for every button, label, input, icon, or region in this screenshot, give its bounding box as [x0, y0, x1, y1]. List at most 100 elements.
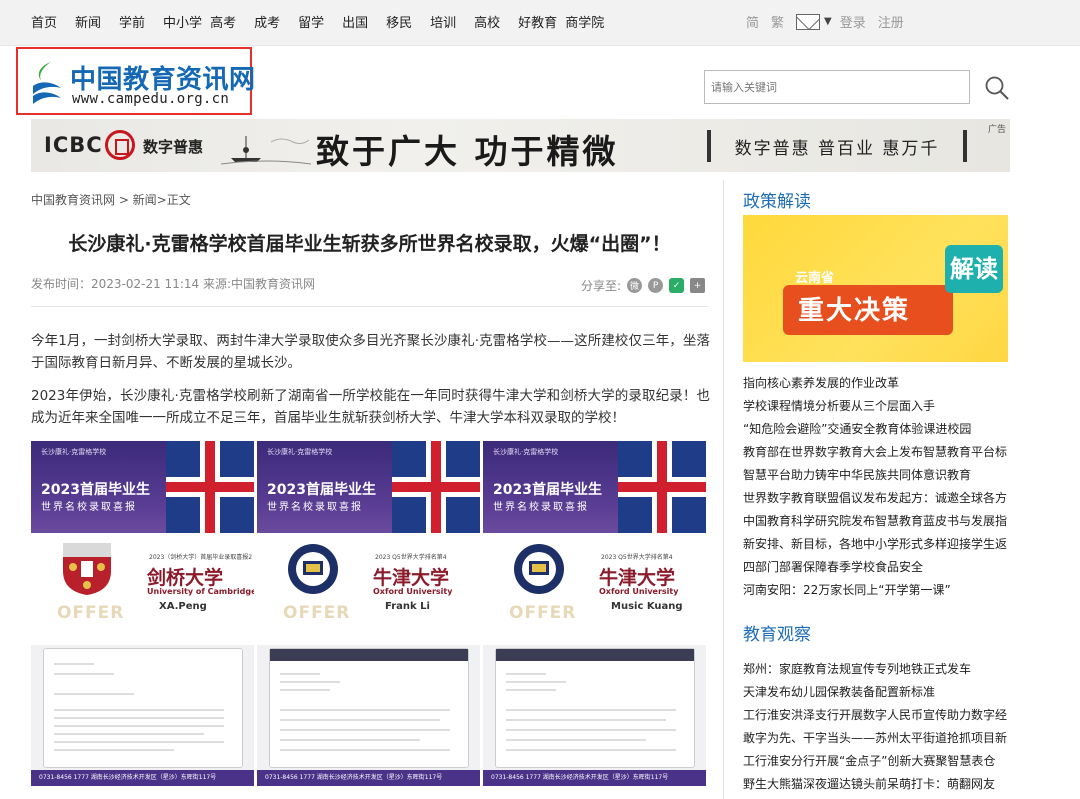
mail-icon[interactable]: [796, 13, 821, 30]
poster-university-en: University of Cambridge: [147, 587, 255, 596]
nav-news[interactable]: 新闻: [75, 12, 101, 31]
flag-cross: [166, 482, 254, 492]
list-item[interactable]: 野生大熊猫深夜遛达镜头前呆萌打卡：萌翻网友: [743, 773, 1011, 796]
list-item[interactable]: 敢字为先、干字当头——苏州太平街道抢抓项目新: [743, 727, 1011, 750]
article-meta: 发布时间：2023-02-21 11:14 来源:中国教育资讯网: [31, 277, 315, 291]
poster-student: XA.Peng: [159, 601, 207, 612]
poster-offer: OFFER: [57, 603, 125, 623]
article-paragraph-1: 今年1月，一封剑桥大学录取、两封牛津大学录取使众多目光齐聚长沙康礼·克雷格学校—…: [31, 333, 710, 371]
nav-immigration[interactable]: 移民: [386, 12, 412, 31]
traditional-toggle[interactable]: 繁: [771, 12, 784, 31]
banner-ad[interactable]: ICBC 数字普惠 致于广大 功于精微 数字普惠 普百业 惠万千 广告: [31, 119, 1010, 172]
plus-icon[interactable]: +: [690, 278, 706, 293]
promo-top-text: 云南省: [795, 271, 835, 286]
search-input[interactable]: [704, 70, 970, 104]
letter-line: [280, 689, 330, 691]
poster-footer: 0731-8456 1777 湖南长沙经济技术开发区（星沙）东晖街117号: [31, 770, 254, 786]
site-logo[interactable]: 中国教育资讯网 www.campedu.org.cn: [16, 47, 255, 115]
article-title: 长沙康礼·克雷格学校首届毕业生斩获多所世界名校录取，火爆“出圈”！: [68, 233, 671, 255]
nav-gaokao[interactable]: 高考: [210, 12, 236, 31]
login-link[interactable]: 登录: [840, 12, 866, 31]
letter-line: [54, 733, 204, 735]
policy-news-list: 指向核心素养发展的作业改革 学校课程情境分析要从三个层面入手 “知危险会避险”交…: [743, 372, 1011, 602]
ad-tag: 广告: [988, 125, 1007, 135]
nav-preschool[interactable]: 学前: [119, 12, 145, 31]
nav-k12[interactable]: 中小学: [163, 12, 202, 31]
list-item[interactable]: 郑州：家庭教育法规宣传专列地铁正式发车: [743, 658, 1011, 681]
list-item[interactable]: 教育部在世界数字教育大会上发布智慧教育平台标: [743, 441, 1011, 464]
top-nav-links: 首页 新闻 学前 中小学 高考 成考 留学 出国 移民 培训 高校 好教育 商学…: [31, 12, 622, 31]
list-item[interactable]: 工行淮安洪泽支行开展数字人民币宣传助力数字经: [743, 704, 1011, 727]
top-nav-right: 简 繁 ▼ 登录 注册: [746, 12, 916, 31]
list-item[interactable]: 中国教育科学研究院发布智慧教育蓝皮书与发展指: [743, 510, 1011, 533]
simplified-toggle[interactable]: 简: [746, 12, 759, 31]
list-item[interactable]: 工行淮安分行开展“金点子”创新大赛聚智慧表仓: [743, 750, 1011, 773]
letter-line: [280, 749, 450, 751]
register-link[interactable]: 注册: [878, 12, 904, 31]
icbc-logo-icon: [105, 130, 135, 160]
list-item[interactable]: 四部门部署保障春季学校食品安全: [743, 556, 1011, 579]
letter-line: [54, 663, 94, 665]
nav-universities[interactable]: 高校: [474, 12, 500, 31]
chevron-down-icon[interactable]: ▼: [824, 16, 832, 27]
flag-cross: [618, 482, 706, 492]
letter-line: [54, 725, 224, 727]
offer-poster-cambridge[interactable]: 长沙康礼·克雷格学校 2023首届毕业生 世界名校录取喜报 2023（剑桥大学）…: [31, 441, 255, 786]
poster-student: Frank Li: [385, 601, 430, 612]
letter-line: [506, 681, 566, 683]
list-item[interactable]: 学校课程情境分析要从三个层面入手: [743, 395, 1011, 418]
nav-business-school[interactable]: 商学院: [565, 12, 604, 31]
offer-poster-oxford-2[interactable]: 长沙康礼·克雷格学校 2023首届毕业生 世界名校录取喜报 2023 Q5世界大…: [483, 441, 707, 786]
column-divider: [723, 180, 724, 799]
nav-good-education[interactable]: 好教育: [518, 12, 557, 31]
nav-study-abroad[interactable]: 留学: [298, 12, 324, 31]
poster-school: 长沙康礼·克雷格学校: [41, 448, 107, 456]
list-item[interactable]: “知危险会避险”交通安全教育体验课进校园: [743, 418, 1011, 441]
poster-university-en: Oxford University: [599, 587, 679, 596]
letter-line: [506, 719, 666, 721]
letter-line: [54, 741, 224, 743]
nav-home[interactable]: 首页: [31, 12, 57, 31]
share-label: 分享至:: [581, 279, 622, 293]
poster-year: 2023首届毕业生: [493, 482, 602, 498]
list-item[interactable]: 世界数字教育联盟倡议发布发起方：诚邀全球各方: [743, 487, 1011, 510]
poster-footer: 0731-8456 1777 湖南长沙经济技术开发区（星沙）东晖街117号: [257, 770, 480, 786]
poster-subtitle: 世界名校录取喜报: [493, 502, 589, 513]
banner-scroll: 数字普惠 普百业 惠万千: [707, 130, 967, 162]
letter-line: [54, 693, 134, 695]
letter-line: [280, 681, 340, 683]
observation-section-heading[interactable]: 教育观察: [743, 620, 811, 645]
poster-offer: OFFER: [283, 603, 351, 623]
list-item[interactable]: 天津发布幼儿园保教装备配置新标准: [743, 681, 1011, 704]
search-icon[interactable]: [984, 75, 1010, 101]
poster-tagline: 2023（剑桥大学）首届毕业录取喜报2: [149, 554, 253, 561]
list-item[interactable]: 指向核心素养发展的作业改革: [743, 372, 1011, 395]
poster-school: 长沙康礼·克雷格学校: [493, 448, 559, 456]
offer-letter: [269, 648, 469, 768]
oxford-crest-icon: [514, 544, 564, 594]
wechat-icon[interactable]: ✓: [669, 278, 685, 293]
policy-promo-image[interactable]: 云南省 重大决策 解读: [743, 215, 1008, 362]
offer-poster-oxford-1[interactable]: 长沙康礼·克雷格学校 2023首届毕业生 世界名校录取喜报 2023 Q5世界大…: [257, 441, 481, 786]
list-item[interactable]: 智慧平台助力铸牢中华民族共同体意识教育: [743, 464, 1011, 487]
poster-year: 2023首届毕业生: [41, 482, 150, 498]
logo-swoosh-icon: [33, 62, 61, 104]
letter-line: [54, 673, 114, 675]
offer-letter: [495, 648, 695, 768]
nav-training[interactable]: 培训: [430, 12, 456, 31]
nav-adult-exam[interactable]: 成考: [254, 12, 280, 31]
letter-line: [280, 729, 450, 731]
weibo-icon[interactable]: 微: [627, 278, 643, 293]
letter-line: [54, 709, 224, 711]
pinterest-icon[interactable]: P: [648, 278, 664, 293]
breadcrumb[interactable]: 中国教育资讯网 > 新闻>正文: [31, 191, 191, 208]
list-item[interactable]: 新安排、新目标，各地中小学形式多样迎接学生返: [743, 533, 1011, 556]
poster-tagline: 2023 Q5世界大学排名第4: [375, 554, 447, 561]
poster-student: Music Kuang: [611, 601, 683, 612]
poster-university-en: Oxford University: [373, 587, 453, 596]
list-item[interactable]: 河南安阳：22万家长同上“开学第一课”: [743, 579, 1011, 602]
policy-section-heading[interactable]: 政策解读: [743, 187, 811, 212]
letter-line: [506, 749, 676, 751]
nav-go-abroad[interactable]: 出国: [342, 12, 368, 31]
article-paragraph-2: 2023年伊始，长沙康礼·克雷格学校刷新了湖南省一所学校能在一年同时获得牛津大学…: [31, 388, 710, 426]
